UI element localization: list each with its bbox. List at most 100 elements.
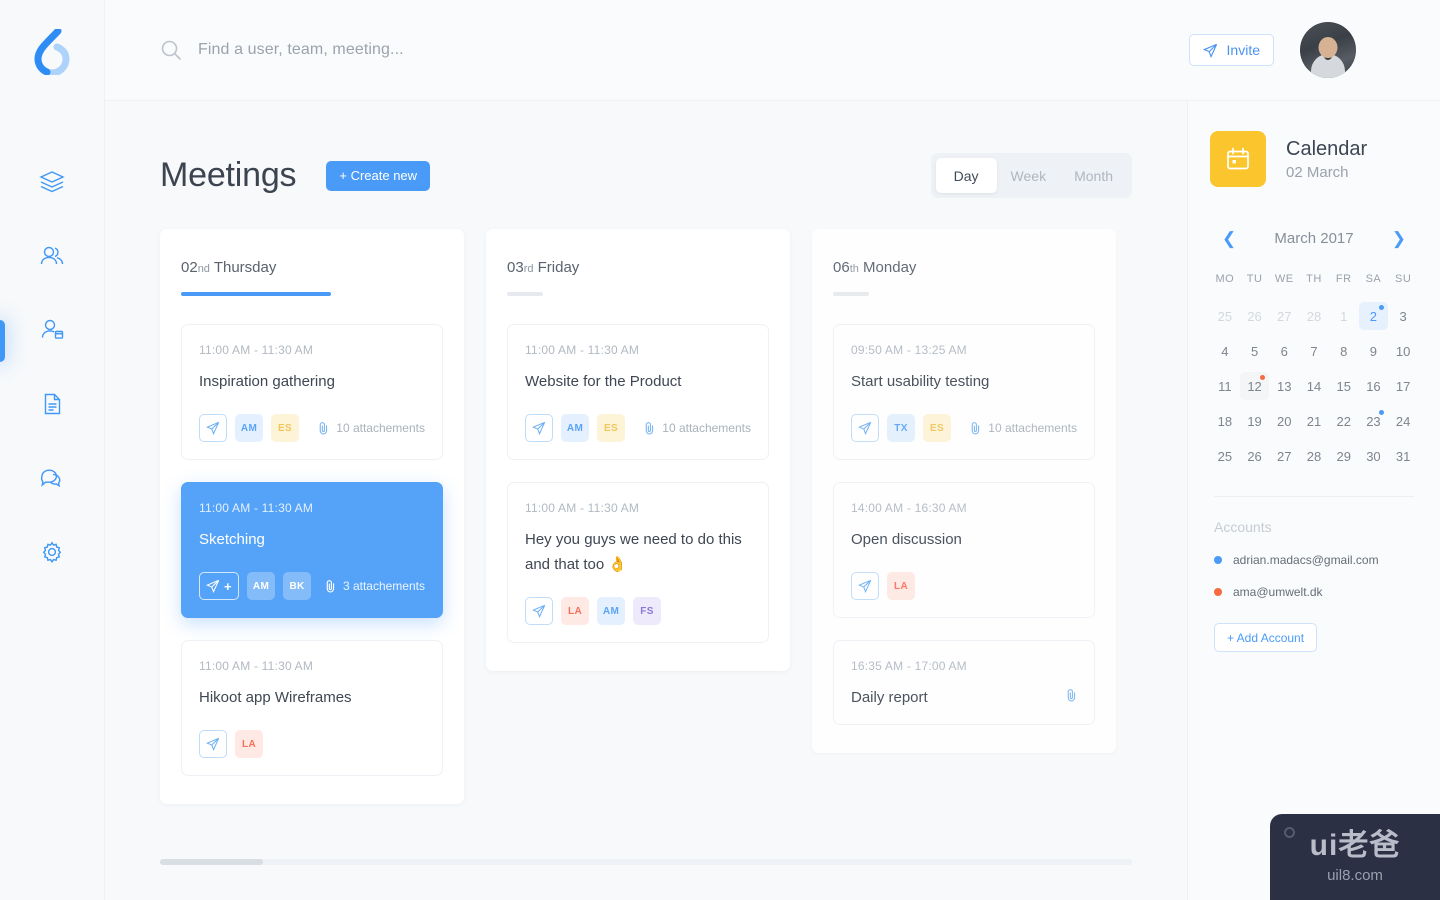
participant-avatar[interactable]: LA — [235, 730, 263, 758]
meeting-card[interactable]: 11:00 AM - 11:30 AM Hikoot app Wireframes… — [181, 640, 443, 776]
calendar-day[interactable]: 27 — [1269, 302, 1299, 330]
calendar-day[interactable]: 24 — [1388, 407, 1418, 435]
meeting-card[interactable]: 11:00 AM - 11:30 AM Inspiration gathering… — [181, 324, 443, 460]
calendar-day[interactable]: 31 — [1388, 442, 1418, 470]
tab-month[interactable]: Month — [1060, 158, 1127, 193]
calendar-day[interactable]: 17 — [1388, 372, 1418, 400]
calendar-day[interactable]: 29 — [1329, 442, 1359, 470]
calendar-day[interactable]: 26 — [1240, 302, 1270, 330]
calendar-day[interactable]: 5 — [1240, 337, 1270, 365]
meeting-card[interactable]: 11:00 AM - 11:30 AM Sketching + AM BK 3 attac… — [181, 482, 443, 618]
participant-avatar[interactable]: ES — [923, 414, 951, 442]
top-header: Invite — [105, 0, 1440, 101]
send-icon — [532, 604, 546, 618]
calendar-day[interactable]: 28 — [1299, 442, 1329, 470]
invite-button[interactable]: Invite — [1188, 34, 1274, 66]
calendar-day-number: 30 — [1366, 448, 1381, 464]
participant-avatar[interactable]: AM — [235, 414, 263, 442]
calendar-day[interactable]: 8 — [1329, 337, 1359, 365]
calendar-day[interactable]: 14 — [1299, 372, 1329, 400]
participant-avatar[interactable]: BK — [283, 572, 311, 600]
calendar-day[interactable]: 19 — [1240, 407, 1270, 435]
add-account-button[interactable]: + Add Account — [1214, 623, 1318, 652]
account-item[interactable]: ama@umwelt.dk — [1210, 585, 1418, 599]
sidebar-item-settings[interactable] — [0, 540, 105, 564]
calendar-day[interactable]: 30 — [1359, 442, 1389, 470]
participant-avatar[interactable]: ES — [271, 414, 299, 442]
account-item[interactable]: adrian.madacs@gmail.com — [1210, 553, 1418, 567]
search-input[interactable] — [198, 41, 618, 59]
avatar[interactable] — [1300, 22, 1356, 78]
participant-avatar[interactable]: ES — [597, 414, 625, 442]
send-icon — [1202, 43, 1217, 58]
chevron-right-icon[interactable]: ❯ — [1386, 228, 1412, 249]
add-participant-button[interactable] — [525, 597, 553, 625]
participant-avatar[interactable]: FS — [633, 597, 661, 625]
chevron-left-icon[interactable]: ❮ — [1216, 228, 1242, 249]
add-participant-button[interactable] — [851, 572, 879, 600]
sidebar-item-messages[interactable] — [0, 466, 105, 490]
calendar-day[interactable]: 11 — [1210, 372, 1240, 400]
sidebar — [0, 0, 105, 900]
search-bar[interactable] — [160, 39, 1189, 61]
horizontal-scrollbar[interactable] — [160, 859, 1132, 865]
meeting-attachments[interactable]: 10 attachements — [318, 421, 425, 435]
calendar-day[interactable]: 20 — [1269, 407, 1299, 435]
sidebar-item-teams[interactable] — [0, 244, 105, 268]
calendar-day[interactable]: 28 — [1299, 302, 1329, 330]
calendar-day[interactable]: 26 — [1240, 442, 1270, 470]
meeting-attachments[interactable]: 10 attachements — [970, 421, 1077, 435]
participant-avatar[interactable]: AM — [597, 597, 625, 625]
sidebar-item-documents[interactable] — [0, 392, 105, 416]
meeting-attachments[interactable]: 3 attachements — [325, 579, 425, 593]
calendar-day[interactable]: 12 — [1239, 372, 1270, 400]
participant-avatar[interactable]: TX — [887, 414, 915, 442]
sidebar-item-layers[interactable] — [0, 170, 105, 194]
meeting-time: 14:00 AM - 16:30 AM — [851, 501, 967, 515]
scrollbar-thumb[interactable] — [160, 859, 263, 865]
calendar-day[interactable]: 4 — [1210, 337, 1240, 365]
calendar-day-number: 25 — [1217, 448, 1233, 464]
add-participant-button[interactable] — [525, 414, 553, 442]
meeting-card[interactable]: 14:00 AM - 16:30 AM Open discussion LA — [833, 482, 1095, 618]
calendar-day[interactable]: 16 — [1359, 372, 1389, 400]
add-participant-button[interactable] — [199, 414, 227, 442]
participant-avatar[interactable]: LA — [561, 597, 589, 625]
participant-avatar[interactable]: LA — [887, 572, 915, 600]
add-participant-button[interactable] — [851, 414, 879, 442]
participant-avatar[interactable]: AM — [561, 414, 589, 442]
calendar-day[interactable]: 2 — [1358, 302, 1389, 330]
tab-week[interactable]: Week — [997, 158, 1061, 193]
calendar-day[interactable]: 22 — [1329, 407, 1359, 435]
meeting-card[interactable]: 16:35 AM - 17:00 AM Daily report — [833, 640, 1095, 725]
calendar-header: Calendar 02 March — [1210, 131, 1418, 187]
calendar-day[interactable]: 10 — [1388, 337, 1418, 365]
add-participant-button[interactable]: + — [199, 572, 239, 600]
calendar-day[interactable]: 25 — [1210, 442, 1240, 470]
calendar-day[interactable]: 1 — [1329, 302, 1359, 330]
meeting-attachments[interactable]: 10 attachements — [644, 421, 751, 435]
calendar-day[interactable]: 3 — [1388, 302, 1418, 330]
sidebar-item-meetings[interactable] — [0, 318, 105, 342]
app-logo[interactable] — [26, 26, 78, 78]
tab-day[interactable]: Day — [935, 158, 997, 193]
calendar-day[interactable]: 9 — [1359, 337, 1389, 365]
calendar-day[interactable]: 27 — [1269, 442, 1299, 470]
add-participant-button[interactable] — [199, 730, 227, 758]
column-date: 02nd Thursday — [181, 259, 277, 276]
create-new-button[interactable]: + Create new — [326, 160, 431, 191]
calendar-day[interactable]: 18 — [1210, 407, 1240, 435]
participant-avatar[interactable]: AM — [247, 572, 275, 600]
calendar-day[interactable]: 25 — [1210, 302, 1240, 330]
calendar-day[interactable]: 7 — [1299, 337, 1329, 365]
calendar-day[interactable]: 13 — [1269, 372, 1299, 400]
calendar-day[interactable]: 23 — [1359, 407, 1389, 435]
meeting-card[interactable]: 09:50 AM - 13:25 AM Start usability testi… — [833, 324, 1095, 460]
calendar-day[interactable]: 15 — [1329, 372, 1359, 400]
content-area: Invite Meetings + Create new Day Week Mo… — [105, 0, 1440, 900]
meeting-card[interactable]: 11:00 AM - 11:30 AM Website for the Produ… — [507, 324, 769, 460]
meeting-card[interactable]: 11:00 AM - 11:30 AM Hey you guys we need … — [507, 482, 769, 643]
calendar-day[interactable]: 6 — [1269, 337, 1299, 365]
calendar-day[interactable]: 21 — [1299, 407, 1329, 435]
send-icon — [858, 579, 872, 593]
